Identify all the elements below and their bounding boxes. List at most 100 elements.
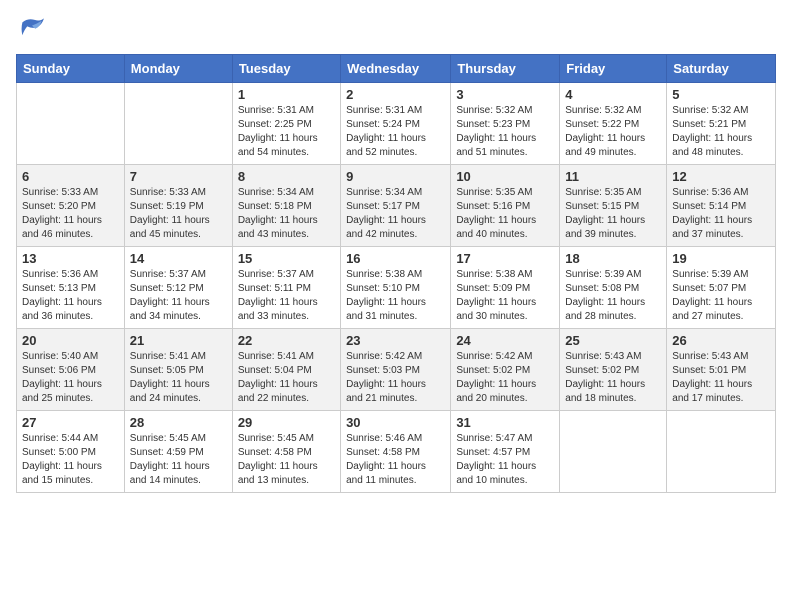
calendar-week-row: 1 Sunrise: 5:31 AM Sunset: 2:25 PM Daylig… [17,83,776,165]
cell-info: Sunrise: 5:41 AM Sunset: 5:04 PM Dayligh… [238,350,335,406]
calendar-header-monday: Monday [124,55,232,83]
calendar-cell: 11 Sunrise: 5:35 AM Sunset: 5:15 PM Dayli… [560,165,667,247]
page-header [16,16,776,44]
cell-info: Sunrise: 5:45 AM Sunset: 4:58 PM Dayligh… [238,432,335,488]
calendar-header-wednesday: Wednesday [341,55,451,83]
calendar-cell: 6 Sunrise: 5:33 AM Sunset: 5:20 PM Daylig… [17,165,125,247]
day-number: 10 [456,169,554,184]
calendar-cell: 2 Sunrise: 5:31 AM Sunset: 5:24 PM Daylig… [341,83,451,165]
day-number: 4 [565,87,661,102]
day-number: 25 [565,333,661,348]
cell-info: Sunrise: 5:32 AM Sunset: 5:21 PM Dayligh… [672,104,770,160]
day-number: 28 [130,415,227,430]
calendar-cell: 8Sunrise: 5:34 AM Sunset: 5:18 PM Daylig… [232,165,340,247]
cell-info: Sunrise: 5:44 AM Sunset: 5:00 PM Dayligh… [22,432,119,488]
calendar-cell: 19Sunrise: 5:39 AM Sunset: 5:07 PM Dayli… [667,247,776,329]
cell-info: Sunrise: 5:46 AM Sunset: 4:58 PM Dayligh… [346,432,445,488]
cell-info: Sunrise: 5:33 AM Sunset: 5:19 PM Dayligh… [130,186,227,242]
day-number: 16 [346,251,445,266]
cell-info: Sunrise: 5:38 AM Sunset: 5:10 PM Dayligh… [346,268,445,324]
calendar-header-friday: Friday [560,55,667,83]
calendar-header-thursday: Thursday [451,55,560,83]
calendar-week-row: 13 Sunrise: 5:36 AM Sunset: 5:13 PM Dayli… [17,247,776,329]
day-number: 31 [456,415,554,430]
calendar-week-row: 27 Sunrise: 5:44 AM Sunset: 5:00 PM Dayli… [17,411,776,493]
cell-info: Sunrise: 5:39 AM Sunset: 5:08 PM Dayligh… [565,268,661,324]
cell-info: Sunrise: 5:47 AM Sunset: 4:57 PM Dayligh… [456,432,554,488]
cell-info: Sunrise: 5:37 AM Sunset: 5:12 PM Dayligh… [130,268,227,324]
day-number: 24 [456,333,554,348]
calendar-cell: 14 Sunrise: 5:37 AM Sunset: 5:12 PM Dayli… [124,247,232,329]
cell-info: Sunrise: 5:43 AM Sunset: 5:02 PM Dayligh… [565,350,661,406]
calendar-cell: 25 Sunrise: 5:43 AM Sunset: 5:02 PM Dayli… [560,329,667,411]
day-number: 30 [346,415,445,430]
calendar-cell: 15 Sunrise: 5:37 AM Sunset: 5:11 PM Dayli… [232,247,340,329]
calendar-cell: 10 Sunrise: 5:35 AM Sunset: 5:16 PM Dayli… [451,165,560,247]
calendar-cell [667,411,776,493]
cell-info: Sunrise: 5:32 AM Sunset: 5:23 PM Dayligh… [456,104,554,160]
day-number: 13 [22,251,119,266]
calendar-cell [17,83,125,165]
day-number: 20 [22,333,119,348]
calendar-cell [124,83,232,165]
calendar-week-row: 20 Sunrise: 5:40 AM Sunset: 5:06 PM Dayli… [17,329,776,411]
day-number: 12 [672,169,770,184]
cell-info: Sunrise: 5:39 AM Sunset: 5:07 PM Dayligh… [672,268,770,324]
calendar-cell: 31 Sunrise: 5:47 AM Sunset: 4:57 PM Dayli… [451,411,560,493]
day-number: 21 [130,333,227,348]
day-number: 11 [565,169,661,184]
calendar-table: SundayMondayTuesdayWednesdayThursdayFrid… [16,54,776,493]
calendar-cell: 13 Sunrise: 5:36 AM Sunset: 5:13 PM Dayli… [17,247,125,329]
day-number: 26 [672,333,770,348]
day-number: 23 [346,333,445,348]
cell-info: Sunrise: 5:41 AM Sunset: 5:05 PM Dayligh… [130,350,227,406]
day-number: 9 [346,169,445,184]
calendar-week-row: 6 Sunrise: 5:33 AM Sunset: 5:20 PM Daylig… [17,165,776,247]
calendar-cell: 22 Sunrise: 5:41 AM Sunset: 5:04 PM Dayli… [232,329,340,411]
cell-info: Sunrise: 5:31 AM Sunset: 2:25 PM Dayligh… [238,104,335,160]
cell-info: Sunrise: 5:36 AM Sunset: 5:13 PM Dayligh… [22,268,119,324]
day-number: 29 [238,415,335,430]
day-number: 14 [130,251,227,266]
day-number: 6 [22,169,119,184]
calendar-cell: 24 Sunrise: 5:42 AM Sunset: 5:02 PM Dayli… [451,329,560,411]
day-number: 17 [456,251,554,266]
day-number: 3 [456,87,554,102]
day-number: 2 [346,87,445,102]
cell-info: Sunrise: 5:33 AM Sunset: 5:20 PM Dayligh… [22,186,119,242]
calendar-cell: 1 Sunrise: 5:31 AM Sunset: 2:25 PM Daylig… [232,83,340,165]
calendar-header-sunday: Sunday [17,55,125,83]
calendar-cell: 4 Sunrise: 5:32 AM Sunset: 5:22 PM Daylig… [560,83,667,165]
cell-info: Sunrise: 5:42 AM Sunset: 5:02 PM Dayligh… [456,350,554,406]
calendar-cell: 28 Sunrise: 5:45 AM Sunset: 4:59 PM Dayli… [124,411,232,493]
calendar-cell: 26Sunrise: 5:43 AM Sunset: 5:01 PM Dayli… [667,329,776,411]
cell-info: Sunrise: 5:36 AM Sunset: 5:14 PM Dayligh… [672,186,770,242]
calendar-cell: 9 Sunrise: 5:34 AM Sunset: 5:17 PM Daylig… [341,165,451,247]
cell-info: Sunrise: 5:37 AM Sunset: 5:11 PM Dayligh… [238,268,335,324]
cell-info: Sunrise: 5:45 AM Sunset: 4:59 PM Dayligh… [130,432,227,488]
calendar-cell: 16 Sunrise: 5:38 AM Sunset: 5:10 PM Dayli… [341,247,451,329]
calendar-cell: 29 Sunrise: 5:45 AM Sunset: 4:58 PM Dayli… [232,411,340,493]
cell-info: Sunrise: 5:34 AM Sunset: 5:18 PM Dayligh… [238,186,335,242]
calendar-cell: 3 Sunrise: 5:32 AM Sunset: 5:23 PM Daylig… [451,83,560,165]
day-number: 1 [238,87,335,102]
cell-info: Sunrise: 5:32 AM Sunset: 5:22 PM Dayligh… [565,104,661,160]
day-number: 27 [22,415,119,430]
day-number: 15 [238,251,335,266]
logo [16,16,52,44]
cell-info: Sunrise: 5:34 AM Sunset: 5:17 PM Dayligh… [346,186,445,242]
cell-info: Sunrise: 5:35 AM Sunset: 5:16 PM Dayligh… [456,186,554,242]
calendar-header-saturday: Saturday [667,55,776,83]
calendar-header-row: SundayMondayTuesdayWednesdayThursdayFrid… [17,55,776,83]
calendar-cell: 5 Sunrise: 5:32 AM Sunset: 5:21 PM Daylig… [667,83,776,165]
day-number: 22 [238,333,335,348]
cell-info: Sunrise: 5:31 AM Sunset: 5:24 PM Dayligh… [346,104,445,160]
calendar-cell: 17Sunrise: 5:38 AM Sunset: 5:09 PM Dayli… [451,247,560,329]
cell-info: Sunrise: 5:40 AM Sunset: 5:06 PM Dayligh… [22,350,119,406]
cell-info: Sunrise: 5:35 AM Sunset: 5:15 PM Dayligh… [565,186,661,242]
calendar-cell: 18Sunrise: 5:39 AM Sunset: 5:08 PM Dayli… [560,247,667,329]
day-number: 7 [130,169,227,184]
day-number: 5 [672,87,770,102]
calendar-cell: 27 Sunrise: 5:44 AM Sunset: 5:00 PM Dayli… [17,411,125,493]
calendar-cell: 12 Sunrise: 5:36 AM Sunset: 5:14 PM Dayli… [667,165,776,247]
